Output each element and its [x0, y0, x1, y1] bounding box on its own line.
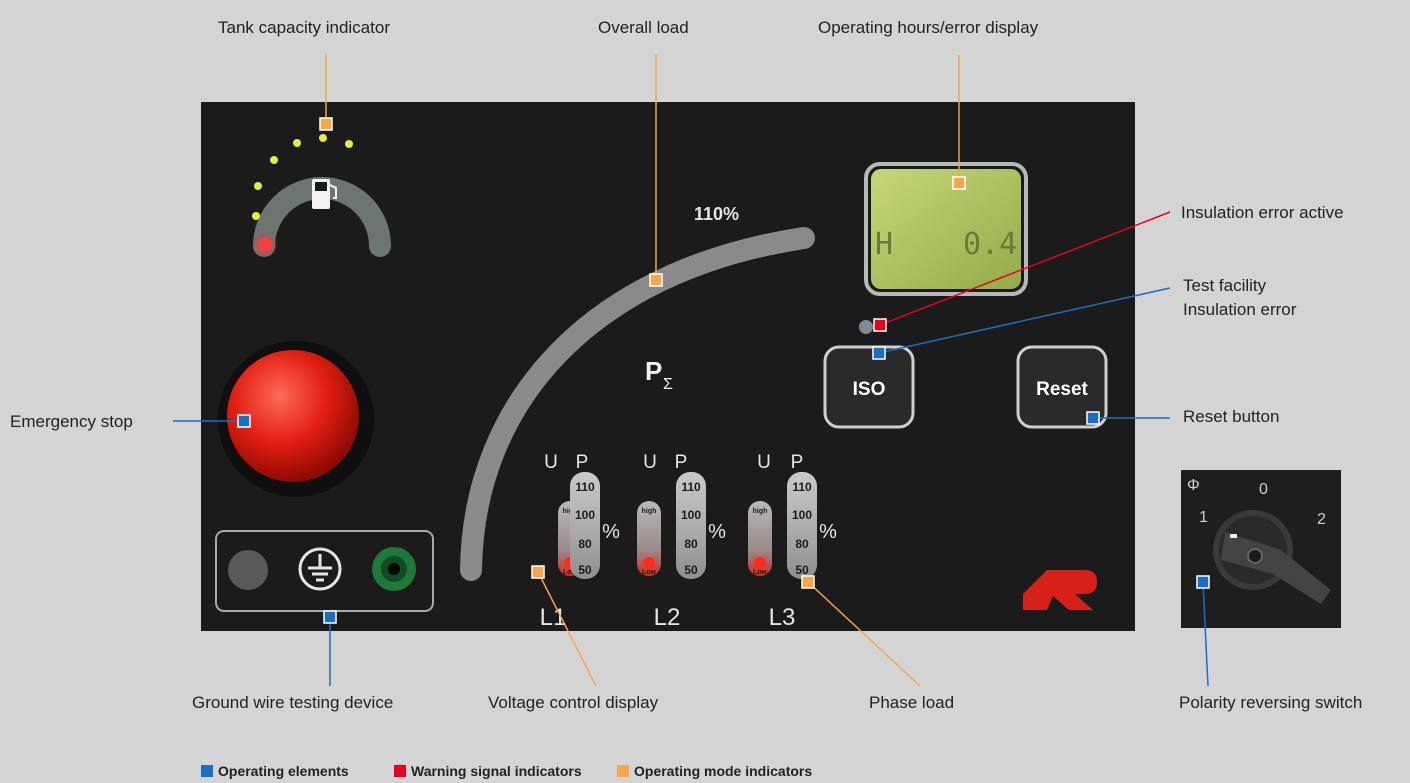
callout-line-test: [878, 287, 1171, 354]
legend-swatch-orange: [617, 765, 629, 777]
marker-insulation: [873, 318, 887, 332]
legend-warning-signal: Warning signal indicators: [394, 763, 582, 779]
callout-line-polarity: [1202, 581, 1209, 687]
marker-test: [872, 346, 886, 360]
legend-label: Operating mode indicators: [634, 763, 813, 779]
marker-voltage: [531, 565, 545, 579]
marker-reset: [1086, 411, 1100, 425]
callout-line-voltage: [537, 571, 597, 687]
marker-estop: [237, 414, 251, 428]
marker-overall: [649, 273, 663, 287]
legend-swatch-red: [394, 765, 406, 777]
callout-line-insulation: [879, 211, 1171, 326]
legend-swatch-blue: [201, 765, 213, 777]
marker-polarity: [1196, 575, 1210, 589]
marker-ground: [323, 610, 337, 624]
marker-phase: [801, 575, 815, 589]
callout-overlay: [173, 54, 1210, 687]
marker-tank: [319, 117, 333, 131]
legend-label: Operating elements: [218, 763, 349, 779]
legend-operating-mode: Operating mode indicators: [617, 763, 812, 779]
legend-operating-elements: Operating elements: [201, 763, 349, 779]
legend-label: Warning signal indicators: [411, 763, 582, 779]
callout-line-phase: [807, 581, 921, 687]
marker-lcd: [952, 176, 966, 190]
